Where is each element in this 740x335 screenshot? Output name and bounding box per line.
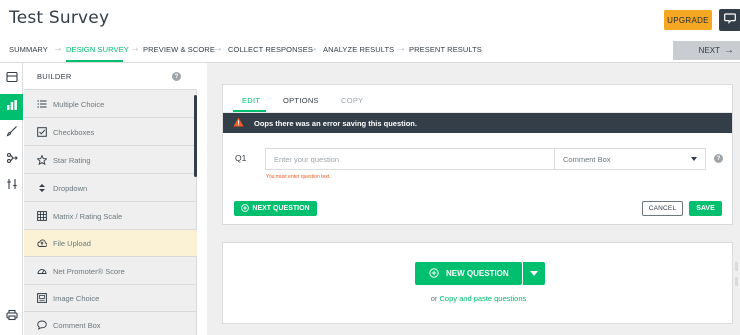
qtype-label: Matrix / Rating Scale [53,211,123,221]
warning-icon [233,114,244,132]
help-icon[interactable]: ? [172,72,181,81]
builder-header: BUILDER ? [24,63,197,90]
logic-icon [6,151,18,169]
step-preview-score[interactable]: PREVIEW & SCORE [143,45,215,54]
chat-help-button[interactable] [719,9,740,31]
next-question-label: NEXT QUESTION [252,205,310,212]
plus-circle-icon [241,203,250,214]
step-navigation: SUMMARY → DESIGN SURVEY → PREVIEW & SCOR… [0,38,740,63]
checkbox-icon [37,127,47,137]
new-question-button[interactable]: NEW QUESTION [415,262,522,285]
edge-handles [735,262,740,302]
tab-edit[interactable]: EDIT [242,96,260,105]
save-button[interactable]: SAVE [689,201,722,216]
icon-rail [0,63,23,335]
print-icon [5,308,18,326]
paint-brush-icon [6,124,18,142]
step-analyze-results[interactable]: ANALYZE RESULTS [323,45,394,54]
next-step-button[interactable]: NEXT → [673,41,740,60]
qtype-label: Comment Box [53,320,101,330]
next-label: NEXT [698,46,720,55]
qtype-label: Image Choice [53,293,100,303]
builder-title: BUILDER [37,72,72,81]
upload-icon [37,238,47,248]
step-arrow-icon: → [53,43,63,54]
star-icon [37,155,47,165]
rail-logic[interactable] [0,147,23,173]
qtype-image-choice[interactable]: Image Choice [24,285,197,312]
plus-circle-icon [429,267,439,280]
question-type-value: Comment Box [563,154,611,164]
rail-design[interactable] [0,120,23,146]
qtype-multiple-choice[interactable]: Multiple Choice [24,91,197,118]
error-banner: Oops there was an error saving this ques… [223,113,732,133]
qtype-label: Dropdown [53,183,88,193]
upgrade-button[interactable]: UPGRADE [664,10,712,30]
dropdown-icon [37,183,47,193]
copy-paste-line: or Copy and paste questions [223,294,734,303]
qtype-label: Star Rating [53,155,91,165]
survey-title: Test Survey [9,8,110,28]
question-text-input[interactable] [265,148,555,170]
step-arrow-icon: → [213,43,223,54]
help-icon[interactable]: ? [714,154,723,163]
step-arrow-icon: → [130,43,140,54]
caret-down-icon [691,157,697,161]
qtype-matrix[interactable]: Matrix / Rating Scale [24,203,197,230]
next-question-button[interactable]: NEXT QUESTION [234,201,317,216]
qtype-checkboxes[interactable]: Checkboxes [24,119,197,146]
new-question-dropdown-toggle[interactable] [522,262,545,285]
active-step-underline [66,60,123,62]
question-editor-card: EDIT OPTIONS COPY Oops there was an erro… [222,84,733,225]
edge-handle [735,277,738,286]
builder-panel: BUILDER ? Multiple Choice Checkboxes Sta… [24,63,197,335]
cancel-button[interactable]: CANCEL [642,201,683,216]
add-question-card: NEW QUESTION or Copy and paste questions [222,242,733,324]
step-summary[interactable]: SUMMARY [9,45,48,54]
new-question-label: NEW QUESTION [446,269,509,278]
step-collect-responses[interactable]: COLLECT RESPONSES [228,45,313,54]
qtype-file-upload[interactable]: File Upload [24,230,197,257]
step-present-results[interactable]: PRESENT RESULTS [409,45,482,54]
chat-icon [724,11,736,29]
gauge-icon [37,266,47,276]
question-type-select[interactable]: Comment Box [554,148,706,170]
or-text: or [430,294,438,303]
step-design-survey[interactable]: DESIGN SURVEY [66,45,129,54]
app-header: Test Survey UPGRADE [0,0,740,38]
builder-scrollbar[interactable] [194,95,197,177]
qtype-star-rating[interactable]: Star Rating [24,147,197,174]
image-icon [37,293,47,303]
qtype-comment-box[interactable]: Comment Box [24,312,197,335]
question-number: Q1 [235,153,247,163]
field-error-message: You must enter question text. [266,174,331,180]
step-arrow-icon: → [396,43,406,54]
qtype-label: File Upload [53,238,91,248]
qtype-label: Checkboxes [53,127,95,137]
rail-print[interactable] [0,304,23,330]
builder-icon [6,98,18,116]
tab-copy[interactable]: COPY [341,96,363,105]
qtype-label: Net Promoter® Score [53,266,125,276]
rail-options[interactable] [0,173,23,199]
rail-survey[interactable] [0,66,23,92]
error-message: Oops there was an error saving this ques… [254,118,417,128]
qtype-nps[interactable]: Net Promoter® Score [24,258,197,285]
comment-icon [37,320,47,330]
tab-options[interactable]: OPTIONS [283,96,319,105]
list-icon [37,99,47,109]
options-icon [6,177,18,195]
rail-builder[interactable] [0,94,23,120]
grid-icon [37,211,47,221]
qtype-label: Multiple Choice [53,99,105,109]
step-arrow-icon: → [308,43,318,54]
caret-down-icon [530,271,538,276]
edge-handle [735,262,738,271]
survey-icon [5,70,18,88]
qtype-dropdown[interactable]: Dropdown [24,175,197,202]
copy-paste-link[interactable]: Copy and paste questions [440,294,527,303]
arrow-right-icon: → [724,45,734,56]
